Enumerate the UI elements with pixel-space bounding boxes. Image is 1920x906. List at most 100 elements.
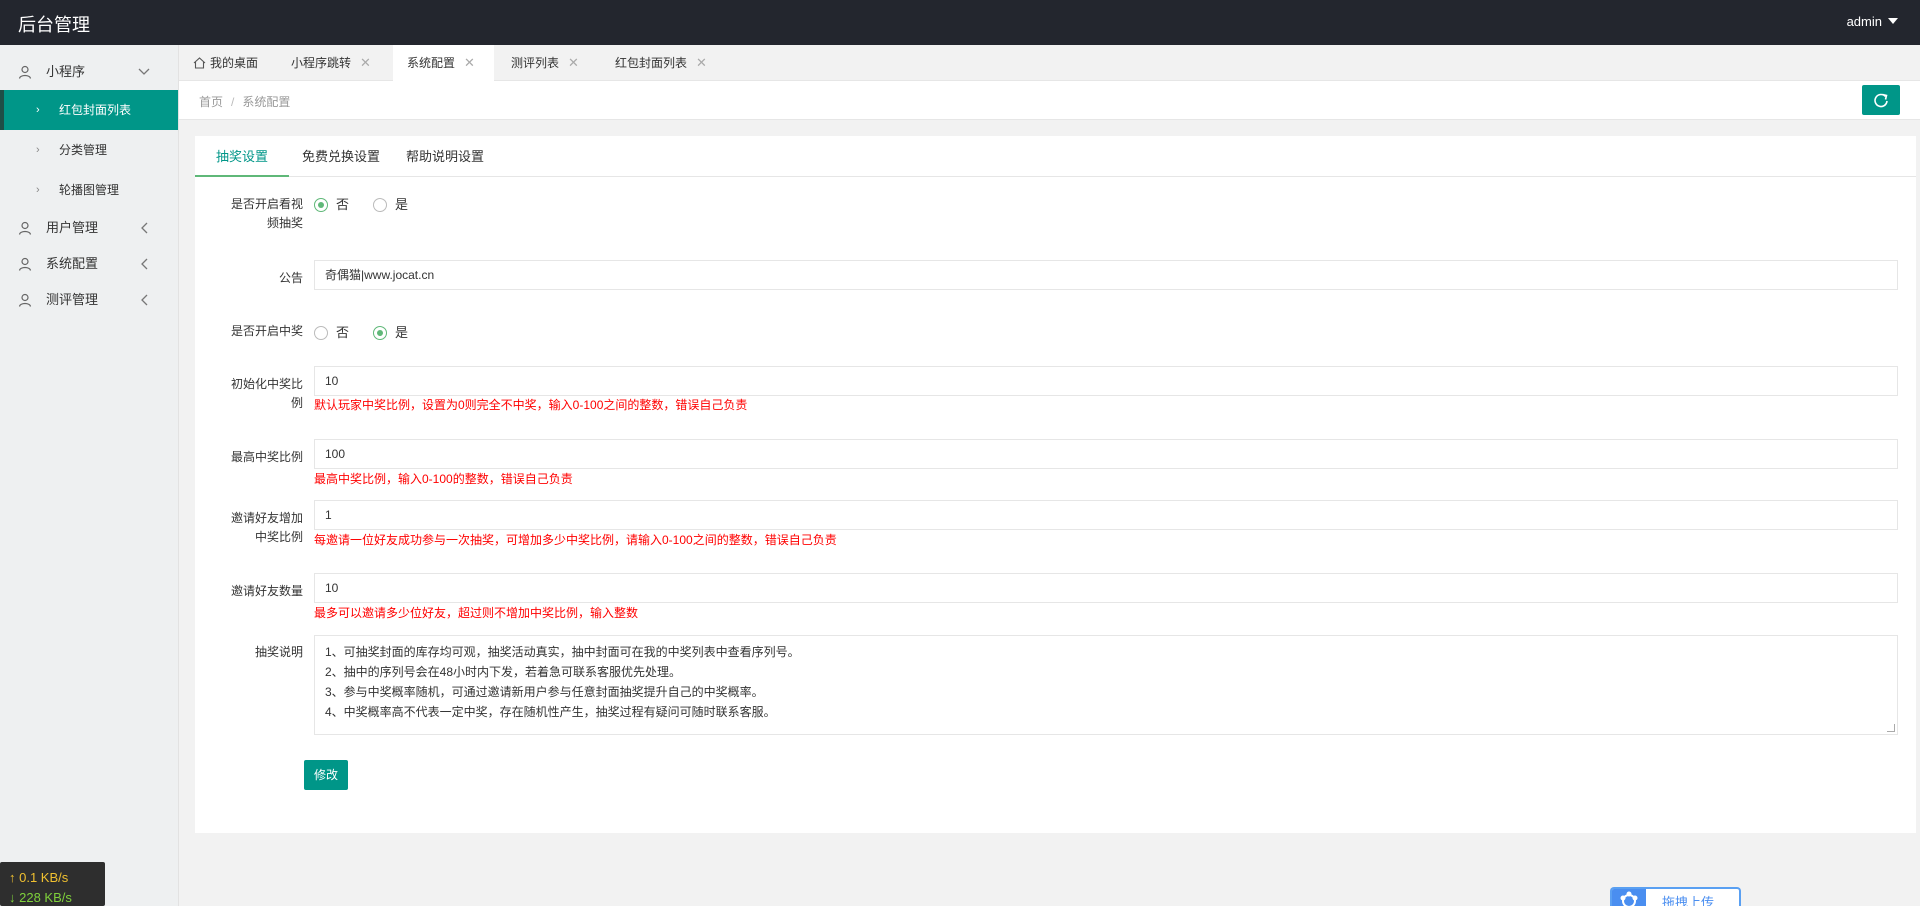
- init-ratio-hint: 默认玩家中奖比例，设置为0则完全不中奖，输入0-100之间的整数，错误自己负责: [314, 398, 748, 412]
- refresh-button[interactable]: [1862, 85, 1900, 115]
- radio-label: 是: [395, 325, 409, 340]
- user-icon: [18, 221, 32, 235]
- settings-tabs: 抽奖设置 免费兑换设置 帮助说明设置: [195, 136, 1916, 177]
- chevron-down-icon: [138, 68, 150, 75]
- sidebar-group-miniprogram[interactable]: 小程序: [0, 54, 178, 90]
- user-icon: [18, 257, 32, 271]
- breadcrumb: 首页 / 系统配置: [199, 93, 290, 110]
- drag-upload-widget[interactable]: 拖拽上传: [1610, 887, 1741, 906]
- sidebar-group-evaluation[interactable]: 测评管理: [0, 282, 178, 318]
- label-line: 初始化中奖比: [230, 377, 303, 391]
- submit-button[interactable]: 修改: [304, 760, 348, 790]
- sidebar-item-label: 轮播图管理: [59, 183, 120, 197]
- radio-checked-icon: [314, 198, 328, 212]
- invite-count-input[interactable]: 10: [314, 573, 1898, 603]
- chevron-left-icon: [141, 222, 148, 234]
- user-menu[interactable]: admin: [1847, 14, 1898, 29]
- refresh-icon: [1874, 93, 1888, 108]
- max-ratio-input[interactable]: 100: [314, 439, 1898, 469]
- invite-add-label: 邀请好友增加 中奖比例: [195, 509, 303, 547]
- download-speed-value: 228 KB/s: [19, 890, 72, 905]
- description-line: 4、中奖概率高不代表一定中奖，存在随机性产生，抽奖过程有疑问可随时联系客服。: [325, 705, 776, 719]
- sidebar-group-label: 系统配置: [46, 256, 99, 271]
- resize-handle-icon[interactable]: [1887, 724, 1895, 732]
- upload-logo-icon: [1612, 889, 1646, 906]
- close-icon[interactable]: ✕: [568, 55, 579, 70]
- breadcrumb-current: 系统配置: [242, 95, 291, 109]
- video-lottery-radio-yes[interactable]: 是: [373, 197, 408, 213]
- sidebar-group-label: 用户管理: [46, 220, 99, 235]
- tab-my-desktop[interactable]: 我的桌面: [193, 45, 258, 81]
- tab-evaluation-list[interactable]: 测评列表 ✕: [511, 45, 579, 81]
- tab-redpacket-covers[interactable]: 红包封面列表 ✕: [615, 45, 707, 81]
- close-icon[interactable]: ✕: [464, 55, 475, 70]
- sidebar-item-carousel[interactable]: › 轮播图管理: [0, 170, 178, 210]
- close-icon[interactable]: ✕: [360, 55, 371, 70]
- breadcrumb-bar: 首页 / 系统配置: [179, 81, 1920, 120]
- sidebar-item-redpacket-covers[interactable]: › 红包封面列表: [0, 90, 178, 130]
- user-name: admin: [1846, 14, 1882, 29]
- sidebar-item-label: 红包封面列表: [59, 103, 132, 117]
- radio-label: 是: [395, 197, 409, 212]
- invite-count-label: 邀请好友数量: [230, 584, 303, 598]
- description-line: 3、参与中奖概率随机，可通过邀请新用户参与任意封面抽奖提升自己的中奖概率。: [325, 685, 764, 699]
- upload-speed: ↑ 0.1 KB/s: [9, 868, 105, 888]
- user-icon: [18, 65, 32, 79]
- tab-label: 红包封面列表: [615, 56, 688, 70]
- caret-down-icon: [1888, 18, 1898, 24]
- notice-label: 公告: [278, 271, 303, 285]
- page-tabs: 我的桌面 小程序跳转 ✕ 系统配置 ✕ 测评列表 ✕ 红包封面列表 ✕: [179, 45, 1920, 82]
- network-speed-widget: ↑ 0.1 KB/s ↓ 228 KB/s: [0, 862, 105, 906]
- subtab-free-exchange-settings[interactable]: 免费兑换设置: [289, 136, 393, 177]
- sidebar-group-users[interactable]: 用户管理: [0, 210, 178, 246]
- chevron-right-icon: ›: [36, 184, 40, 196]
- radio-label: 否: [336, 325, 350, 340]
- chevron-right-icon: ›: [36, 104, 40, 116]
- tab-label: 小程序跳转: [291, 56, 352, 70]
- sidebar-item-categories[interactable]: › 分类管理: [0, 130, 178, 170]
- download-speed: ↓ 228 KB/s: [9, 888, 105, 906]
- drag-upload-label: 拖拽上传: [1662, 895, 1715, 906]
- home-icon: [193, 57, 206, 69]
- sidebar-item-label: 分类管理: [59, 143, 108, 157]
- radio-label: 否: [336, 197, 350, 212]
- sidebar-group-label: 测评管理: [46, 292, 99, 307]
- tab-label: 测评列表: [511, 56, 560, 70]
- sidebar-group-label: 小程序: [46, 64, 86, 79]
- video-lottery-label: 是否开启看视 频抽奖: [195, 195, 303, 233]
- subtab-lottery-settings[interactable]: 抽奖设置: [195, 136, 289, 177]
- upload-speed-value: 0.1 KB/s: [19, 870, 69, 885]
- init-ratio-label: 初始化中奖比 例: [195, 375, 303, 413]
- radio-unchecked-icon: [314, 326, 328, 340]
- tab-system-config[interactable]: 系统配置 ✕: [393, 45, 494, 82]
- brand-title: 后台管理: [18, 15, 90, 35]
- breadcrumb-home[interactable]: 首页: [199, 95, 223, 109]
- description-line: 1、可抽奖封面的库存均可观，抽奖活动真实，抽中封面可在我的中奖列表中查看序列号。: [325, 645, 800, 659]
- win-enabled-radio-no[interactable]: 否: [314, 325, 349, 341]
- label-line: 例: [290, 396, 303, 410]
- sidebar: 小程序 › 红包封面列表 › 分类管理 › 轮播图管理 用户管理 系统配置 测评…: [0, 45, 179, 906]
- user-icon: [18, 293, 32, 307]
- chevron-left-icon: [141, 258, 148, 270]
- radio-unchecked-icon: [373, 198, 387, 212]
- init-ratio-input[interactable]: 10: [314, 366, 1898, 396]
- arrow-down-icon: ↓: [9, 890, 16, 905]
- tab-label: 我的桌面: [210, 56, 259, 70]
- max-ratio-hint: 最高中奖比例，输入0-100的整数，错误自己负责: [314, 472, 573, 486]
- sidebar-group-system-config[interactable]: 系统配置: [0, 246, 178, 282]
- max-ratio-label: 最高中奖比例: [230, 450, 303, 464]
- close-icon[interactable]: ✕: [696, 55, 707, 70]
- tab-miniprogram-jump[interactable]: 小程序跳转 ✕: [291, 45, 371, 81]
- win-enabled-label: 是否开启中奖: [230, 324, 303, 338]
- win-enabled-radio-yes[interactable]: 是: [373, 325, 408, 341]
- chevron-right-icon: ›: [36, 144, 40, 156]
- arrow-up-icon: ↑: [9, 870, 16, 885]
- label-line: 是否开启看视: [230, 197, 303, 211]
- notice-input[interactable]: 奇偶猫|www.jocat.cn: [314, 260, 1898, 290]
- description-textarea[interactable]: 1、可抽奖封面的库存均可观，抽奖活动真实，抽中封面可在我的中奖列表中查看序列号。…: [314, 635, 1898, 735]
- video-lottery-radio-no[interactable]: 否: [314, 197, 349, 213]
- tab-label: 系统配置: [407, 56, 456, 70]
- invite-add-input[interactable]: 1: [314, 500, 1898, 530]
- subtab-help-settings[interactable]: 帮助说明设置: [393, 136, 497, 177]
- description-line: 2、抽中的序列号会在48小时内下发，若着急可联系客服优先处理。: [325, 665, 682, 679]
